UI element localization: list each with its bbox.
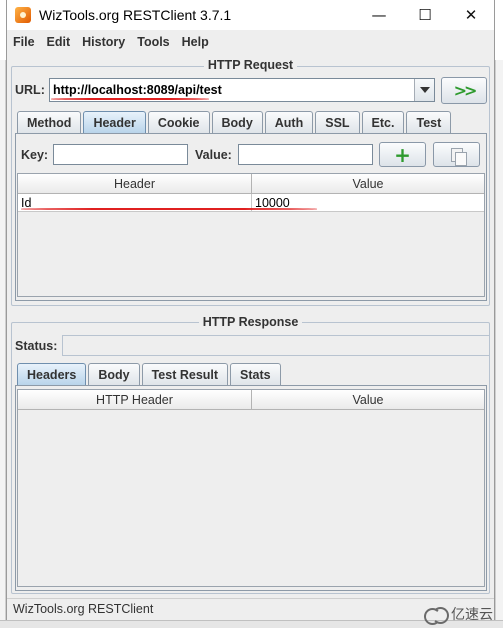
table-header-response-value[interactable]: Value <box>252 390 484 410</box>
watermark: 亿速云 <box>424 604 493 625</box>
request-tabs: Method Header Cookie Body Auth SSL Etc. … <box>17 111 453 133</box>
menu-bar: File Edit History Tools Help <box>7 30 494 54</box>
watermark-logo-icon <box>424 605 449 625</box>
tab-test-result[interactable]: Test Result <box>141 363 229 385</box>
header-key-input[interactable] <box>53 144 188 165</box>
request-panel-title: HTTP Request <box>7 58 494 72</box>
status-field <box>62 335 490 356</box>
tab-test[interactable]: Test <box>406 111 452 133</box>
table-header-header[interactable]: Header <box>18 174 252 194</box>
window-title: WizTools.org RESTClient 3.7.1 <box>39 7 232 23</box>
tab-response-body[interactable]: Body <box>88 363 140 385</box>
tab-ssl[interactable]: SSL <box>315 111 360 133</box>
tab-header[interactable]: Header <box>83 111 146 133</box>
tab-auth[interactable]: Auth <box>264 111 314 133</box>
menu-help[interactable]: Help <box>182 35 209 49</box>
status-bar: WizTools.org RESTClient <box>7 598 494 620</box>
url-dropdown-arrow-icon[interactable] <box>414 79 434 101</box>
value-label: Value: <box>195 148 232 162</box>
menu-file[interactable]: File <box>13 35 35 49</box>
table-header-http-header[interactable]: HTTP Header <box>18 390 252 410</box>
response-panel-title: HTTP Response <box>7 315 494 329</box>
tab-cookie[interactable]: Cookie <box>147 111 210 133</box>
app-window: WizTools.org RESTClient 3.7.1 — ☐ ✕ File… <box>6 0 495 628</box>
key-label: Key: <box>21 148 49 162</box>
status-bar-text: WizTools.org RESTClient <box>13 602 154 616</box>
header-value-input[interactable] <box>238 144 373 165</box>
response-panel-title-text: HTTP Response <box>198 315 303 329</box>
send-request-button[interactable]: >> <box>441 77 487 104</box>
tab-etc[interactable]: Etc. <box>361 111 405 133</box>
plus-icon: + <box>394 142 411 167</box>
close-button[interactable]: ✕ <box>448 0 494 30</box>
tab-body[interactable]: Body <box>211 111 263 133</box>
watermark-text: 亿速云 <box>451 607 493 623</box>
tab-method[interactable]: Method <box>17 111 82 133</box>
copy-icon <box>450 147 467 166</box>
double-chevron-right-icon: >> <box>453 81 478 100</box>
red-annotation-underline-row <box>21 208 317 210</box>
request-panel-title-text: HTTP Request <box>203 58 298 72</box>
tab-response-headers[interactable]: Headers <box>17 363 87 385</box>
app-logo-icon <box>15 7 31 23</box>
response-headers-table: HTTP Header Value <box>17 389 485 587</box>
red-annotation-underline-url <box>51 98 209 100</box>
menu-edit[interactable]: Edit <box>47 35 71 49</box>
menu-tools[interactable]: Tools <box>137 35 169 49</box>
table-header-value[interactable]: Value <box>252 174 484 194</box>
title-bar[interactable]: WizTools.org RESTClient 3.7.1 — ☐ ✕ <box>7 0 494 30</box>
request-header-table: Header Value Id 10000 <box>17 173 485 297</box>
response-tabs: Headers Body Test Result Stats <box>17 363 283 385</box>
add-header-button[interactable]: + <box>379 142 426 167</box>
menu-history[interactable]: History <box>82 35 125 49</box>
copy-header-button[interactable] <box>433 142 480 167</box>
url-label: URL: <box>15 83 45 97</box>
maximize-button[interactable]: ☐ <box>402 0 448 30</box>
background-window-right-edge <box>495 60 503 628</box>
tab-stats[interactable]: Stats <box>230 363 281 385</box>
status-label: Status: <box>15 339 58 353</box>
minimize-button[interactable]: — <box>356 0 402 30</box>
